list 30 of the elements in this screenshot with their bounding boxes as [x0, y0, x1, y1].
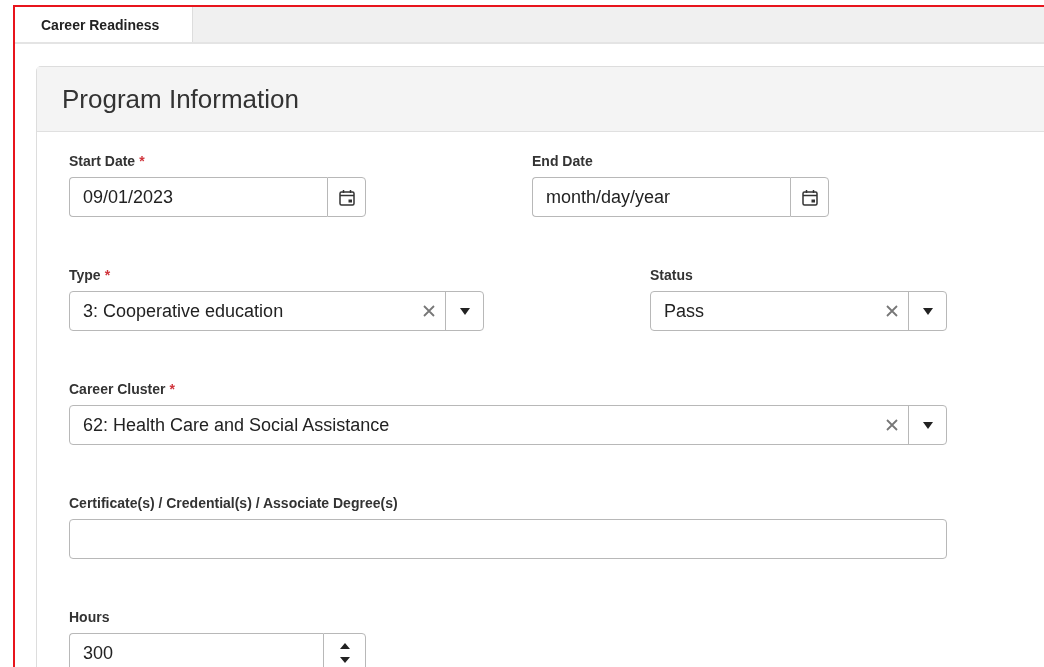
section-title: Program Information — [62, 83, 299, 115]
caret-icon — [922, 307, 933, 315]
clear-icon[interactable] — [423, 305, 435, 317]
date-field[interactable]: 09/01/2023 — [69, 177, 327, 217]
field-label: Start Date — [69, 153, 136, 170]
clear-icon[interactable] — [886, 419, 898, 431]
required-mark: * — [104, 267, 111, 284]
field-label: Status — [650, 267, 693, 284]
required-mark: * — [139, 153, 145, 170]
calendar-icon — [801, 188, 818, 206]
calendar-button[interactable] — [790, 177, 829, 217]
date-field[interactable]: month/day/year — [532, 177, 790, 217]
field-label: Certificate(s) / Credential(s) / Associate Degree(s) — [69, 495, 398, 512]
number-field[interactable]: 300 — [69, 633, 323, 667]
text-field[interactable] — [69, 519, 947, 559]
required-mark: * — [169, 381, 175, 398]
select-field[interactable]: Pass — [650, 291, 947, 331]
field-label: End Date — [532, 153, 593, 170]
caret-icon — [459, 307, 470, 315]
calendar-icon — [338, 188, 355, 206]
field-label: Hours — [69, 609, 110, 626]
spinner-arrows-icon[interactable] — [338, 642, 351, 664]
select-field[interactable]: 3: Cooperative education — [69, 291, 484, 331]
clear-icon[interactable] — [886, 305, 898, 317]
field-label: Career Cluster — [69, 381, 166, 398]
caret-icon — [922, 421, 933, 429]
select-field[interactable]: 62: Health Care and Social Assistance — [69, 405, 947, 445]
calendar-button[interactable] — [327, 177, 366, 217]
field-label: Type — [69, 267, 101, 284]
tab[interactable]: Career Readiness — [15, 7, 194, 42]
